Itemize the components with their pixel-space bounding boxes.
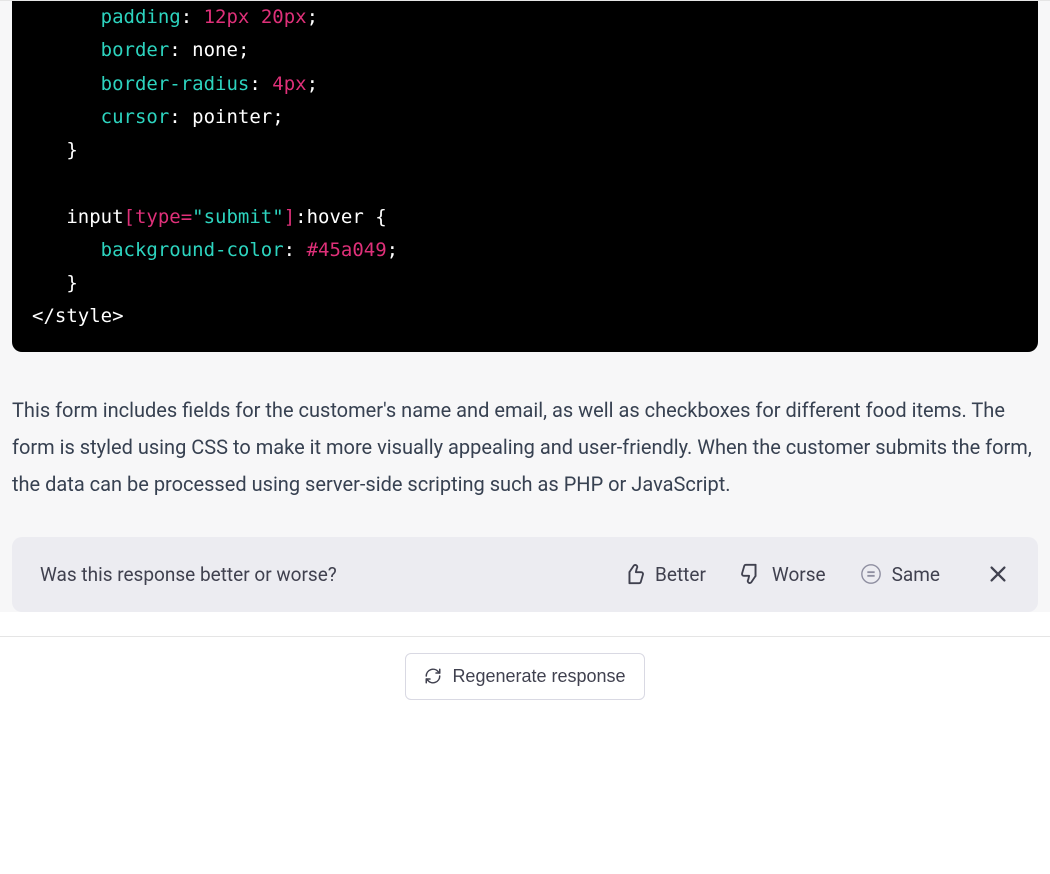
equals-icon: [860, 563, 882, 585]
regenerate-area: Regenerate response: [0, 636, 1050, 724]
feedback-better-label: Better: [655, 563, 706, 586]
feedback-bar: Was this response better or worse? Bette…: [12, 537, 1038, 612]
thumbs-up-icon: [623, 563, 645, 585]
feedback-worse-label: Worse: [772, 563, 826, 586]
regenerate-label: Regenerate response: [452, 666, 625, 687]
feedback-same-label: Same: [892, 563, 940, 586]
feedback-same-button[interactable]: Same: [852, 559, 948, 590]
feedback-question: Was this response better or worse?: [40, 563, 597, 586]
thumbs-down-icon: [740, 563, 762, 585]
regenerate-icon: [424, 667, 442, 685]
response-description: This form includes fields for the custom…: [0, 352, 1050, 537]
close-icon: [987, 563, 1009, 585]
assistant-message: padding: 12px 20px; border: none; border…: [0, 0, 1050, 612]
feedback-better-button[interactable]: Better: [615, 559, 714, 590]
feedback-close-button[interactable]: [986, 562, 1010, 586]
code-block[interactable]: padding: 12px 20px; border: none; border…: [12, 1, 1038, 352]
regenerate-button[interactable]: Regenerate response: [405, 653, 644, 700]
feedback-worse-button[interactable]: Worse: [732, 559, 834, 590]
